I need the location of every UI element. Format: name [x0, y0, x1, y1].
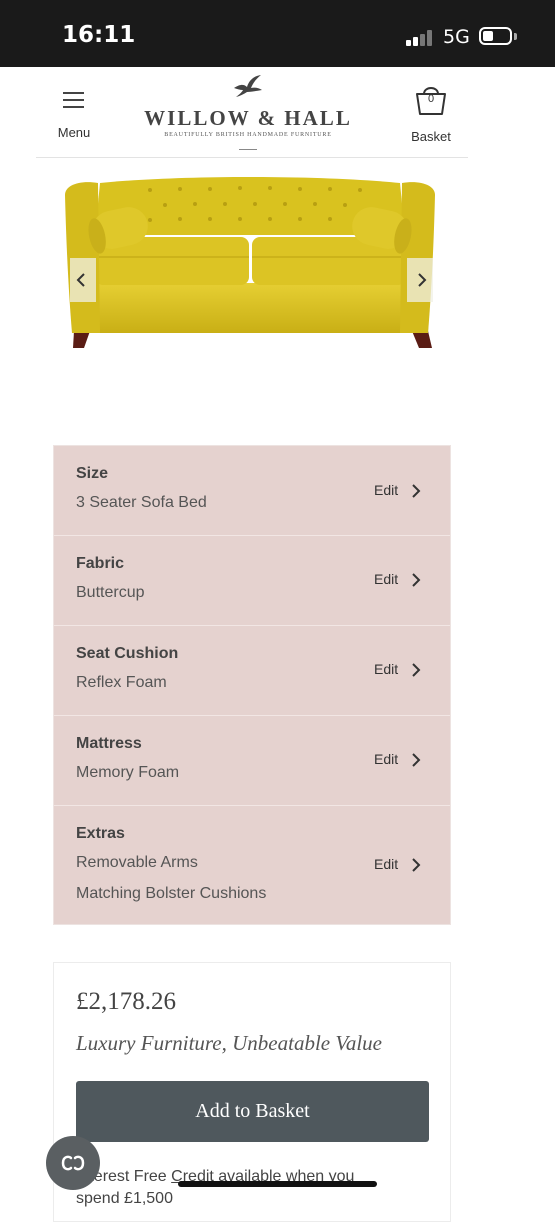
option-row-seat-cushion[interactable]: Seat Cushion Reflex Foam Edit	[54, 626, 450, 716]
option-title: Fabric	[76, 555, 125, 572]
chevron-right-icon	[412, 484, 421, 498]
credit-info: Interest Free Credit available when you s…	[76, 1166, 416, 1210]
bird-logo-icon	[234, 75, 262, 97]
option-value: Removable Arms	[76, 854, 198, 871]
gallery-next-button[interactable]	[407, 258, 433, 302]
battery-icon	[479, 27, 512, 45]
chevron-right-icon	[412, 573, 421, 587]
edit-link[interactable]: Edit	[374, 856, 398, 872]
credit-suffix: spend £1,500	[76, 1190, 173, 1207]
option-value: Memory Foam	[76, 764, 180, 781]
product-options-panel: Size 3 Seater Sofa Bed Edit Fabric Butte…	[53, 445, 451, 925]
chat-button[interactable]	[46, 1136, 100, 1190]
option-value: 3 Seater Sofa Bed	[76, 494, 207, 511]
option-title: Mattress	[76, 735, 142, 752]
status-bar: 16:11 5G	[0, 0, 555, 67]
battery-tip	[514, 33, 517, 40]
option-title: Size	[76, 465, 109, 482]
basket-count: 0	[427, 93, 435, 105]
product-price: £2,178.26	[76, 988, 176, 1015]
yellow-sofa-image	[65, 177, 435, 348]
edit-link[interactable]: Edit	[374, 661, 398, 677]
chat-icon	[61, 1155, 85, 1171]
network-type: 5G	[443, 26, 470, 48]
basket-button[interactable]: 0 Basket	[405, 82, 457, 146]
option-row-mattress[interactable]: Mattress Memory Foam Edit	[54, 716, 450, 806]
option-value: Reflex Foam	[76, 674, 167, 691]
edit-link[interactable]: Edit	[374, 751, 398, 767]
status-time: 16:11	[62, 22, 136, 48]
hamburger-icon	[63, 92, 84, 108]
gallery-prev-button[interactable]	[70, 258, 96, 302]
add-to-basket-button[interactable]: Add to Basket	[76, 1081, 429, 1142]
option-row-fabric[interactable]: Fabric Buttercup Edit	[54, 536, 450, 626]
chevron-right-icon	[412, 753, 421, 767]
basket-label: Basket	[411, 129, 451, 144]
option-value: Matching Bolster Cushions	[76, 885, 267, 902]
menu-label: Menu	[57, 125, 91, 140]
home-indicator	[178, 1181, 377, 1187]
option-title: Seat Cushion	[76, 645, 179, 662]
brand-logo[interactable]: WILLOW & HALL BEAUTIFULLY BRITISH HANDMA…	[140, 74, 356, 154]
edit-link[interactable]: Edit	[374, 482, 398, 498]
option-row-size[interactable]: Size 3 Seater Sofa Bed Edit	[54, 446, 450, 536]
option-value: Buttercup	[76, 584, 145, 601]
logo-divider	[239, 149, 257, 150]
edit-link[interactable]: Edit	[374, 571, 398, 587]
brand-tagline: BEAUTIFULLY BRITISH HANDMADE FURNITURE	[164, 132, 332, 138]
brand-name: WILLOW & HALL	[144, 106, 352, 130]
chevron-right-icon	[412, 858, 421, 872]
header-divider	[36, 157, 468, 158]
chevron-right-icon	[412, 663, 421, 677]
menu-button[interactable]: Menu	[52, 88, 96, 144]
chevron-left-icon	[76, 273, 85, 287]
signal-icon	[406, 30, 434, 46]
chevron-right-icon	[418, 273, 427, 287]
option-title: Extras	[76, 825, 125, 842]
option-row-extras[interactable]: Extras Removable Arms Matching Bolster C…	[54, 806, 450, 924]
value-tagline: Luxury Furniture, Unbeatable Value	[76, 1031, 383, 1055]
